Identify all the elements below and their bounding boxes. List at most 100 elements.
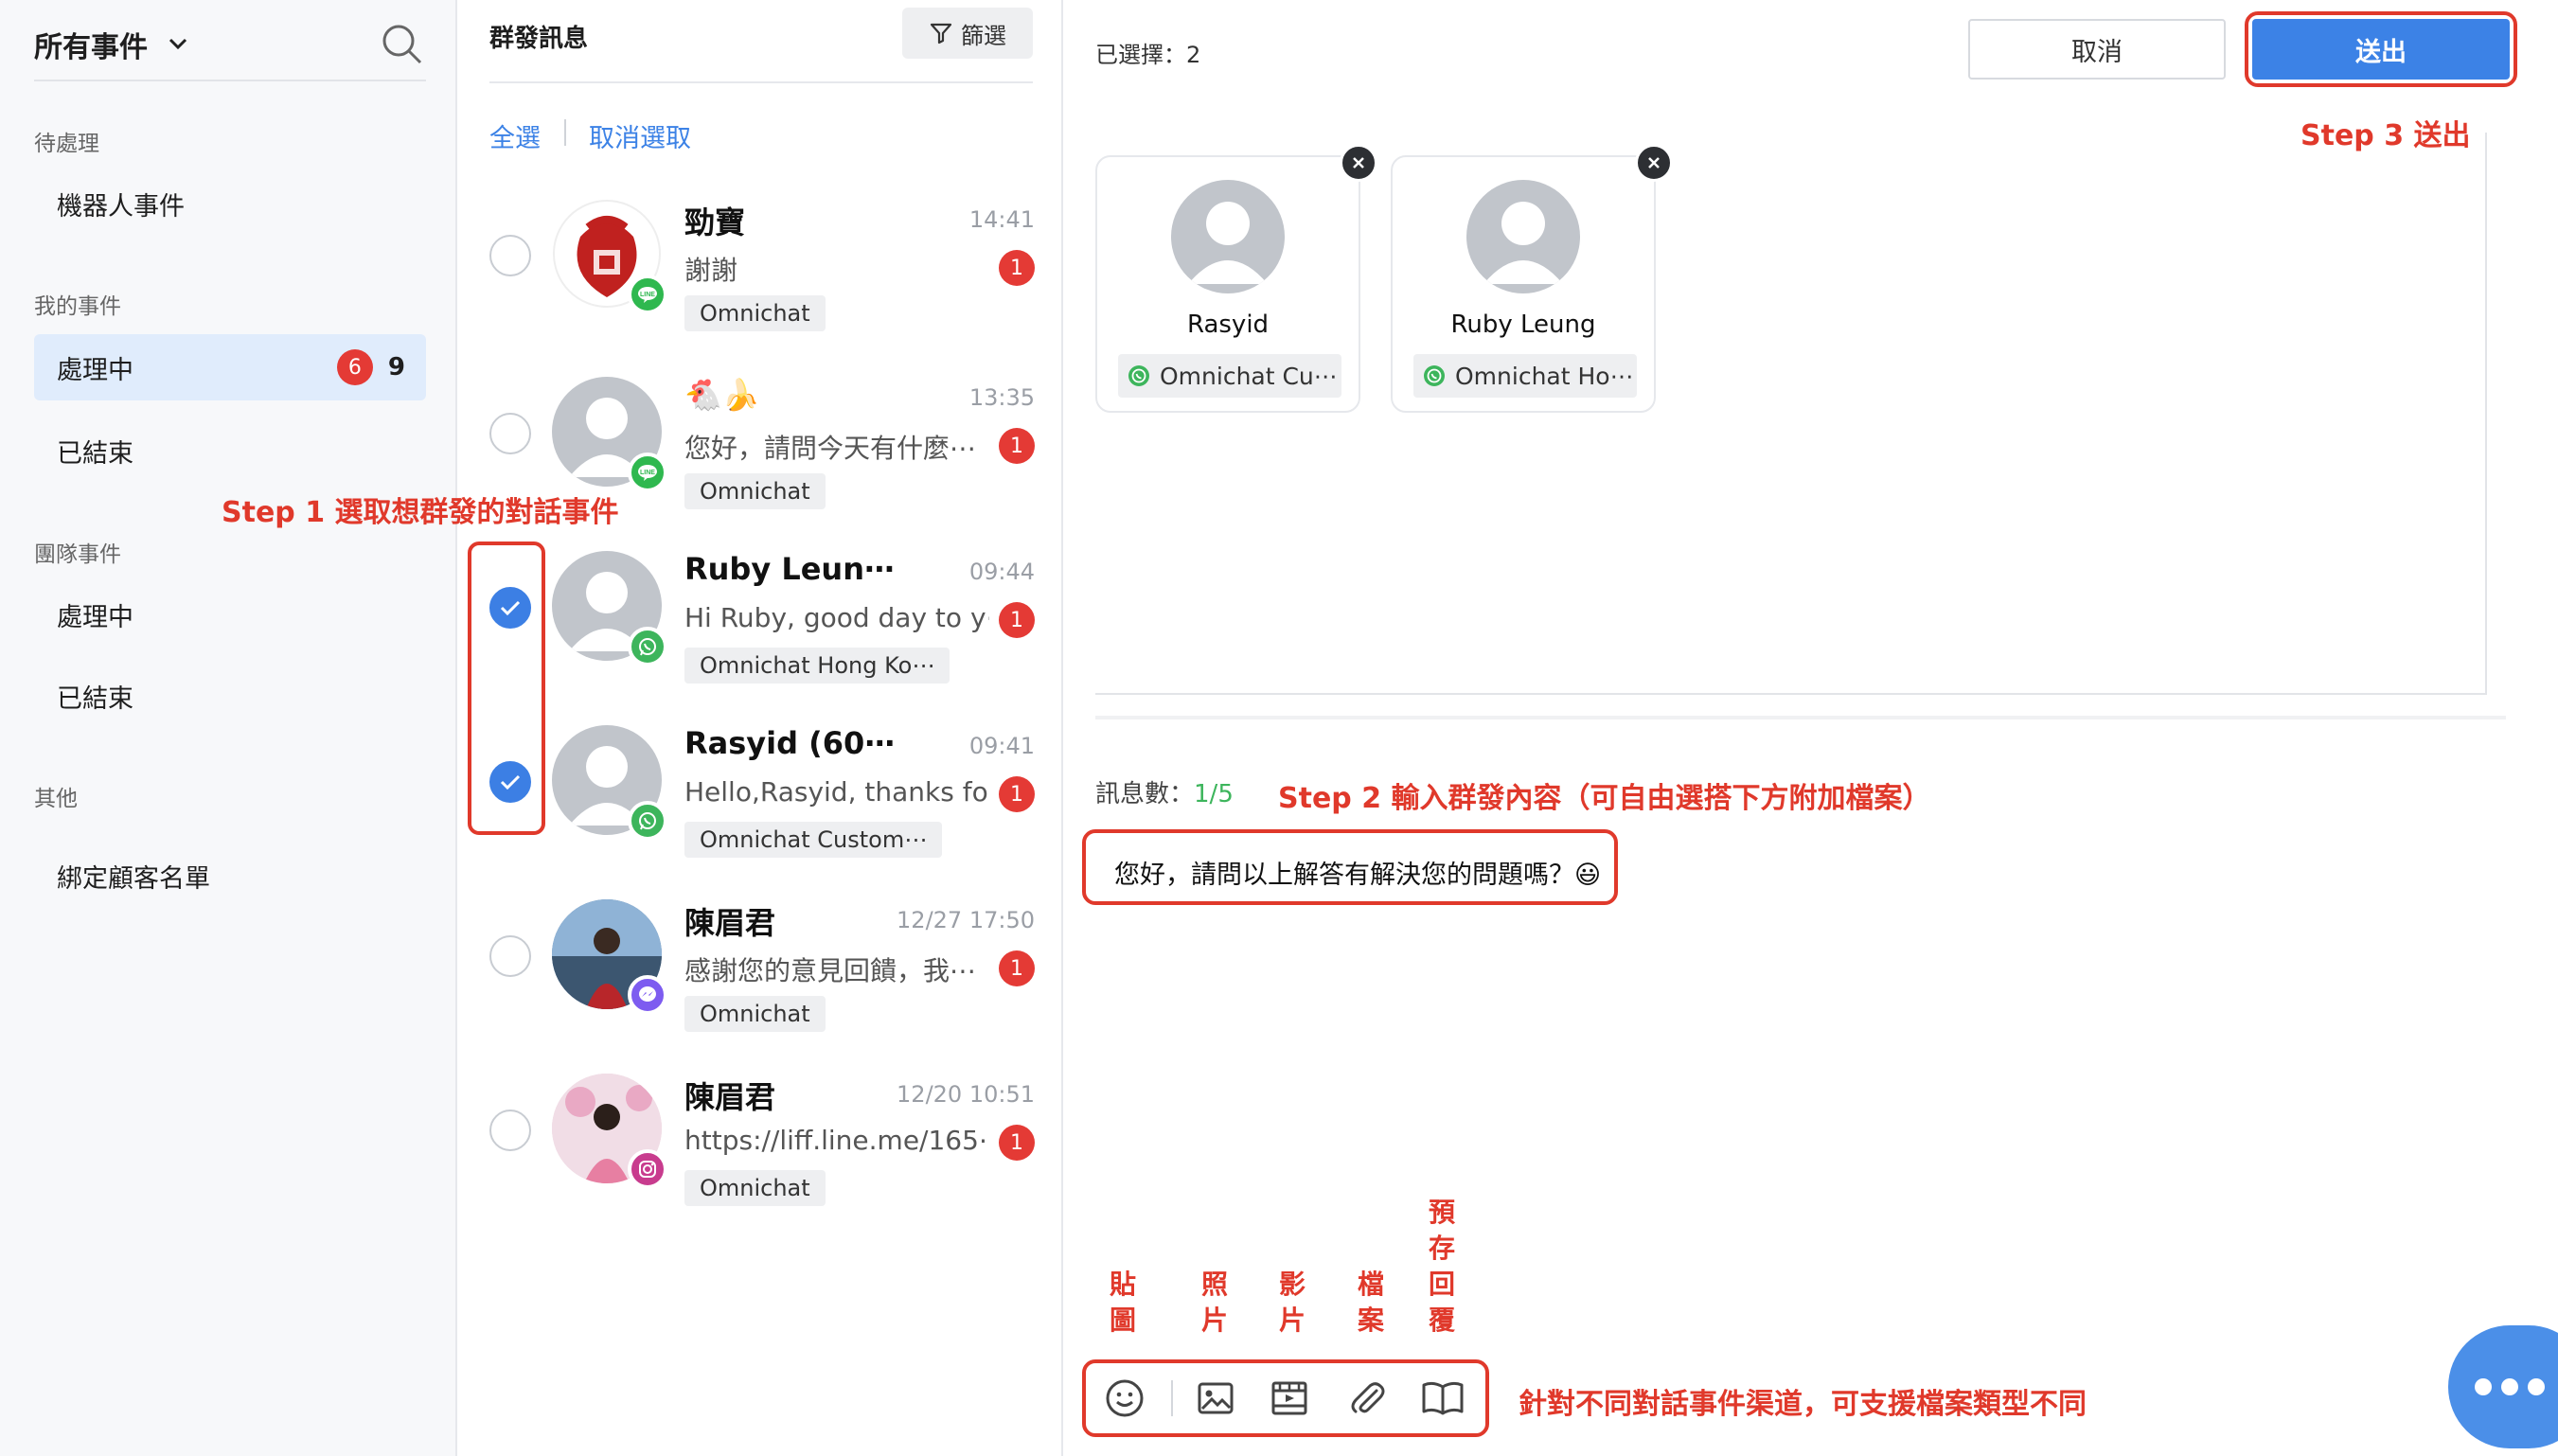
conversation-name: 陳眉君 — [684, 905, 776, 941]
recipient-card: Rasyid Omnichat Cu⋯ — [1095, 144, 1377, 413]
step3-annotation: Step 3 送出 — [2300, 119, 2471, 152]
conversation-time: 09:44 — [968, 559, 1035, 585]
recipient-tag: Omnichat Cu⋯ — [1118, 354, 1341, 398]
sidebar-item-bind-customers[interactable]: 綁定顧客名單 — [34, 843, 426, 909]
section-team: 團隊事件 — [34, 542, 121, 567]
avatar — [1466, 180, 1580, 293]
recipient-list: Rasyid Omnichat Cu⋯ Ruby Leung Omnichat … — [1095, 133, 2487, 695]
step2-annotation: Step 2 輸入群發內容（可自由選搭下方附加檔案） — [1278, 782, 1931, 815]
channel-tag: Omnichat — [684, 473, 826, 509]
total-count: 9 — [387, 353, 405, 382]
filter-button[interactable]: 篩選 — [902, 8, 1033, 59]
divider — [564, 119, 566, 146]
instagram-channel-icon — [628, 1149, 667, 1189]
step3-highlight — [2245, 11, 2517, 87]
svg-text:LINE: LINE — [640, 292, 655, 298]
sidebar-item-counts: 6 9 — [336, 349, 405, 385]
channel-tag: Omnichat — [684, 996, 826, 1032]
channel-tag: Omnichat Custom⋯ — [684, 822, 943, 858]
sidebar-title: 所有事件 — [34, 31, 148, 64]
recipient-tag: Omnichat Ho⋯ — [1413, 354, 1637, 398]
sidebar-item-label: 處理中 — [57, 602, 133, 632]
conversation-item[interactable]: LINE 勁寶 14:41 謝謝 1 Omnichat — [457, 186, 1063, 360]
conversation-name: Rasyid (60⋯ — [684, 725, 896, 761]
message-count-label: 訊息數： — [1095, 780, 1195, 808]
whatsapp-icon — [1128, 365, 1149, 386]
sidebar-item-team-closed[interactable]: 已結束 — [34, 663, 426, 729]
select-all-link[interactable]: 全選 — [489, 117, 541, 154]
sidebar-item-team-in-progress[interactable]: 處理中 — [34, 581, 426, 648]
channel-note-annotation: 針對不同對話事件渠道，可支援檔案類型不同 — [1519, 1388, 2087, 1421]
dot — [2528, 1378, 2545, 1395]
filter-label: 篩選 — [961, 22, 1006, 49]
channel-tag: Omnichat Hong Ko⋯ — [684, 648, 950, 684]
unread-badge: 1 — [999, 950, 1035, 986]
sidebar-item-label: 已結束 — [57, 438, 133, 469]
conversation-time: 12/20 10:51 — [897, 1081, 1035, 1108]
select-radio[interactable] — [489, 1110, 531, 1151]
divider — [489, 81, 1033, 83]
step1-annotation: Step 1 選取想群發的對話事件 — [222, 496, 619, 529]
conversation-preview: 您好，請問今天有什麼⋯ — [684, 433, 977, 464]
select-radio[interactable] — [489, 235, 531, 276]
conversation-time: 14:41 — [968, 206, 1035, 233]
sidebar: 所有事件 待處理 機器人事件 我的事件 處理中 6 9 已結束 團隊事件 處理中… — [0, 0, 457, 1456]
remove-recipient-icon[interactable] — [1340, 144, 1377, 182]
message-editor[interactable]: 您好，請問以上解答有解決您的問題嗎？😃 — [1095, 833, 2506, 1325]
conversation-preview: Hello,Rasyid, thanks fo⋯ — [684, 776, 989, 808]
conversation-name: Ruby Leun⋯ — [684, 551, 895, 587]
toolbar-highlight — [1082, 1359, 1489, 1437]
selected-count: 已選擇：2 — [1095, 42, 1201, 68]
svg-text:LINE: LINE — [640, 470, 655, 476]
conversation-name: 🐔🍌 — [684, 377, 760, 413]
section-pending: 待處理 — [34, 132, 99, 156]
recipient-tag-label: Omnichat Ho⋯ — [1455, 362, 1634, 390]
select-radio[interactable] — [489, 935, 531, 977]
recipient-name: Rasyid — [1186, 311, 1270, 339]
remove-recipient-icon[interactable] — [1635, 144, 1673, 182]
dot — [2501, 1378, 2518, 1395]
tool-label-sticker: 貼圖 — [1109, 1269, 1136, 1336]
tool-label-file: 檔案 — [1357, 1269, 1384, 1336]
conversation-name: 勁寶 — [684, 204, 746, 240]
chevron-down-icon — [169, 35, 187, 54]
recipient-tag-label: Omnichat Cu⋯ — [1160, 362, 1338, 390]
event-scope-dropdown[interactable]: 所有事件 — [34, 9, 426, 81]
unread-badge: 6 — [336, 349, 373, 385]
sidebar-item-label: 機器人事件 — [57, 191, 185, 222]
recipient-card: Ruby Leung Omnichat Ho⋯ — [1391, 144, 1673, 413]
avatar — [1171, 180, 1285, 293]
section-other: 其他 — [34, 787, 78, 811]
sidebar-item-label: 處理中 — [57, 355, 133, 385]
recipient-name: Ruby Leung — [1450, 311, 1596, 339]
conversation-time: 13:35 — [968, 384, 1035, 411]
conversation-item[interactable]: Ruby Leun⋯ 09:44 Hi Ruby, good day to y⋯… — [457, 538, 1063, 712]
sidebar-item-my-closed[interactable]: 已結束 — [34, 417, 426, 484]
cancel-button[interactable]: 取消 — [1968, 19, 2226, 80]
unread-badge: 1 — [999, 602, 1035, 638]
conversation-preview: Hi Ruby, good day to y⋯ — [684, 602, 989, 633]
step1-highlight — [468, 542, 545, 835]
conversation-list-panel: 群發訊息 篩選 全選 取消選取 LINE 勁寶 14:41 謝謝 1 Omnic… — [457, 0, 1063, 1456]
step2-highlight — [1082, 829, 1618, 905]
sidebar-item-label: 已結束 — [57, 684, 133, 714]
whatsapp-channel-icon — [628, 801, 667, 841]
message-count-value: 1/5 — [1194, 780, 1234, 808]
select-radio[interactable] — [489, 413, 531, 454]
search-icon[interactable] — [381, 23, 424, 66]
deselect-link[interactable]: 取消選取 — [589, 117, 691, 154]
unread-badge: 1 — [999, 428, 1035, 464]
broadcast-compose-panel: 已選擇：2 取消 送出 Rasyid Omnichat Cu⋯ Ruby Leu… — [1063, 0, 2558, 1456]
unread-badge: 1 — [999, 1125, 1035, 1161]
tool-label-saved-reply: 預存回覆 — [1428, 1197, 1455, 1336]
sidebar-item-bot-events[interactable]: 機器人事件 — [34, 170, 426, 237]
divider — [1095, 716, 2506, 719]
sidebar-item-my-in-progress[interactable]: 處理中 6 9 — [34, 334, 426, 400]
channel-tag: Omnichat — [684, 1170, 826, 1206]
conversation-name: 陳眉君 — [684, 1079, 776, 1115]
whatsapp-channel-icon — [628, 627, 667, 666]
filter-icon — [930, 23, 952, 44]
conversation-item[interactable]: 陳眉君 12/27 17:50 感謝您的意見回饋，我⋯ 1 Omnichat — [457, 886, 1063, 1060]
conversation-item[interactable]: 陳眉君 12/20 10:51 https://liff.line.me/165… — [457, 1060, 1063, 1234]
conversation-item[interactable]: Rasyid (60⋯ 09:41 Hello,Rasyid, thanks f… — [457, 712, 1063, 886]
